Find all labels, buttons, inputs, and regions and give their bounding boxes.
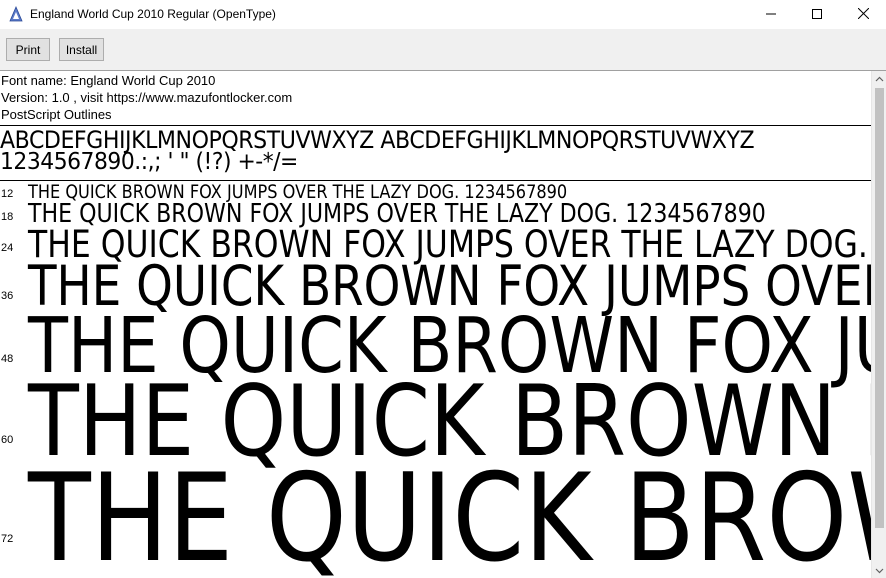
size-label-36: 36 (1, 290, 14, 302)
font-version-line: Version: 1.0 , visit https://www.mazufon… (1, 90, 293, 105)
maximize-button[interactable] (794, 0, 840, 29)
size-label-60: 60 (1, 434, 14, 446)
close-icon (857, 6, 869, 24)
scroll-down-arrow-icon[interactable] (872, 563, 886, 578)
title-bar: England World Cup 2010 Regular (OpenType… (0, 0, 886, 29)
install-button[interactable]: Install (59, 38, 104, 61)
font-file-icon (8, 5, 24, 22)
close-button[interactable] (840, 0, 886, 29)
charset-numerals-punctuation: 1234567890.:,; ' " (!?) +-*/= (0, 149, 298, 175)
vertical-scrollbar[interactable] (871, 71, 886, 578)
size-label-18: 18 (1, 211, 14, 223)
toolbar: Print Install (0, 29, 886, 71)
size-label-24: 24 (1, 242, 14, 254)
print-button[interactable]: Print (6, 38, 50, 61)
minimize-icon (766, 6, 776, 24)
font-outline-line: PostScript Outlines (1, 107, 112, 122)
scroll-up-arrow-icon[interactable] (872, 71, 886, 86)
font-name-line: Font name: England World Cup 2010 (1, 73, 216, 88)
size-label-72: 72 (1, 533, 14, 545)
maximize-icon (812, 6, 822, 24)
size-label-48: 48 (1, 353, 14, 365)
window-title: England World Cup 2010 Regular (OpenType… (30, 7, 276, 21)
sample-72: THE QUICK BROWN FOX JUMPS OVER THE LAZY … (28, 448, 871, 578)
minimize-button[interactable] (748, 0, 794, 29)
scroll-thumb[interactable] (875, 88, 884, 528)
size-label-12: 12 (1, 188, 14, 200)
font-preview-pane: Font name: England World Cup 2010 Versio… (0, 71, 871, 578)
